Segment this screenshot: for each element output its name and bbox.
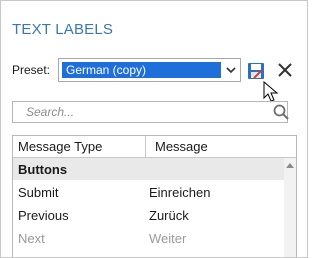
cell-message-type: Submit — [18, 185, 59, 200]
table-row[interactable]: Next Weiter — [13, 227, 285, 249]
cell-message[interactable]: Einreichen — [149, 185, 210, 200]
group-label: Buttons — [18, 162, 68, 177]
message-table: Message Type Message Buttons Submit Einr… — [12, 135, 297, 257]
text-labels-panel: TEXT LABELS Preset: German (copy) Search… — [0, 0, 308, 258]
group-row-buttons[interactable]: Buttons — [13, 158, 285, 180]
chevron-down-icon[interactable] — [225, 63, 237, 77]
search-box[interactable]: Search... — [12, 101, 288, 123]
preset-label: Preset: — [12, 63, 51, 77]
save-icon[interactable] — [246, 61, 266, 81]
cell-message[interactable]: Zurück — [149, 208, 189, 223]
cell-message-type: Next — [18, 231, 45, 246]
vertical-scrollbar[interactable] — [284, 158, 296, 257]
column-header-message-type[interactable]: Message Type — [18, 139, 102, 154]
table-row[interactable]: Previous Zurück — [13, 204, 285, 226]
preset-selected-value[interactable]: German (copy) — [62, 62, 221, 78]
table-header: Message Type Message — [13, 136, 296, 158]
scroll-up-icon[interactable] — [286, 162, 294, 168]
panel-title: TEXT LABELS — [12, 21, 114, 38]
table-row[interactable]: Submit Einreichen — [13, 181, 285, 203]
cell-message-type: Previous — [18, 208, 69, 223]
mouse-cursor-icon — [263, 81, 279, 102]
column-divider[interactable] — [145, 136, 146, 157]
search-icon[interactable] — [272, 103, 290, 121]
preset-dropdown[interactable]: German (copy) — [58, 58, 241, 82]
search-input[interactable]: Search... — [26, 105, 256, 119]
column-header-message[interactable]: Message — [155, 139, 208, 154]
close-icon[interactable] — [277, 62, 293, 78]
cell-message[interactable]: Weiter — [149, 231, 186, 246]
